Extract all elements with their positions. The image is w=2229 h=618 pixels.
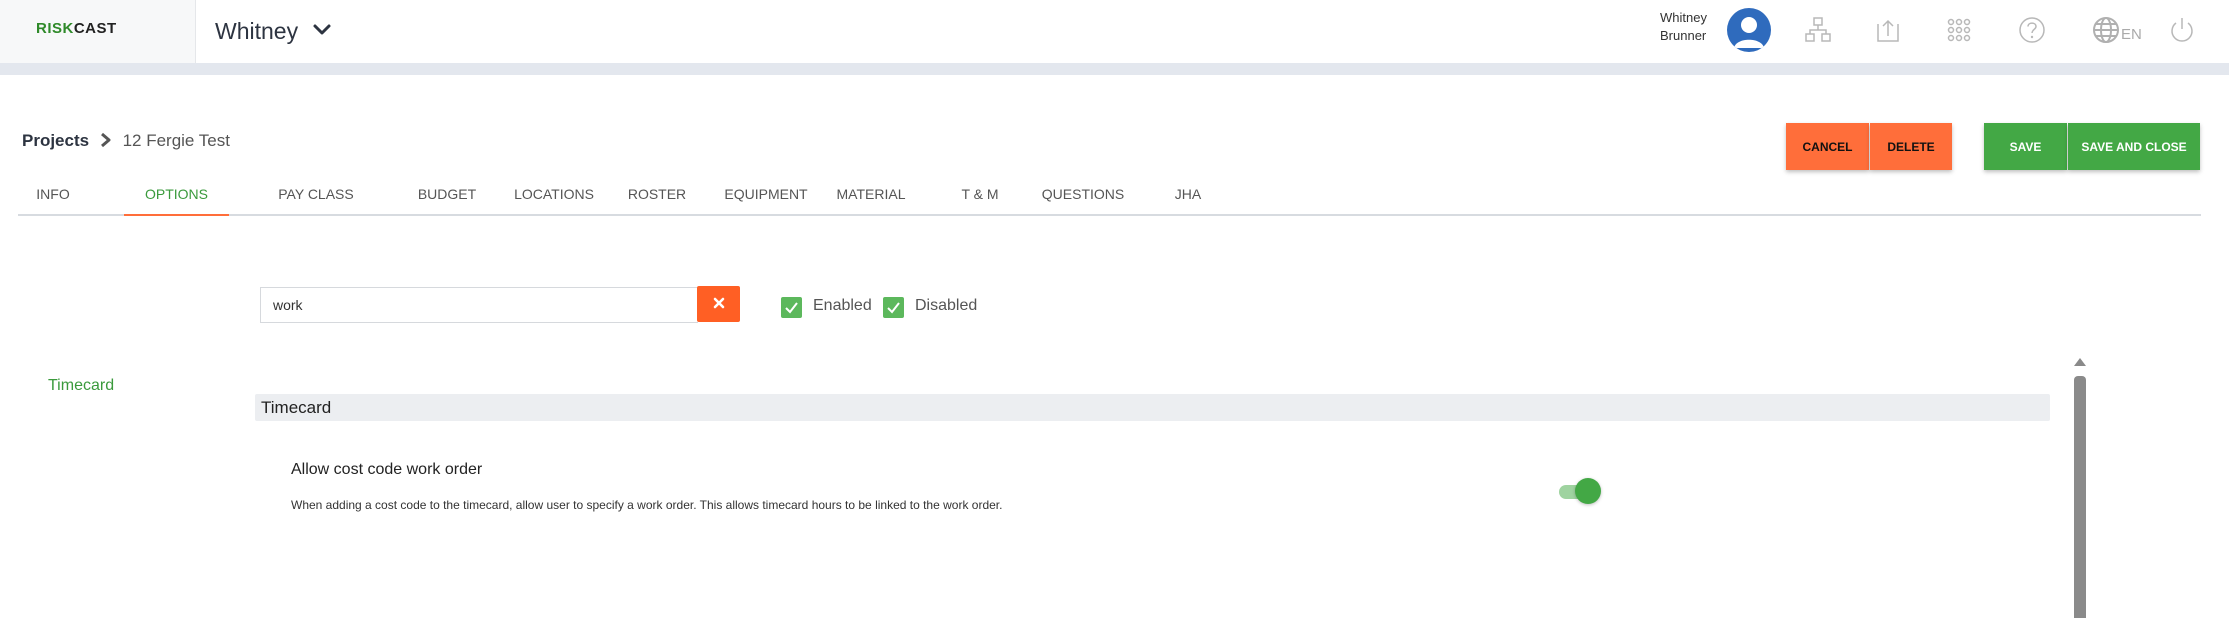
company-name[interactable]: Whitney bbox=[215, 18, 298, 45]
tab-locations[interactable]: LOCATIONS bbox=[511, 186, 597, 216]
delete-button[interactable]: DELETE bbox=[1870, 123, 1952, 170]
search-box bbox=[260, 287, 698, 323]
check-icon bbox=[887, 302, 900, 314]
disabled-label: Disabled bbox=[915, 297, 978, 314]
save-button[interactable]: SAVE bbox=[1984, 123, 2067, 170]
logo-text-risk: RISK bbox=[36, 20, 74, 37]
tab-roster[interactable]: ROSTER bbox=[626, 186, 688, 216]
tab-material[interactable]: MATERIAL bbox=[834, 186, 908, 216]
chevron-right-icon bbox=[100, 132, 111, 148]
help-icon[interactable] bbox=[2016, 14, 2048, 46]
tab-equipment[interactable]: EQUIPMENT bbox=[720, 186, 812, 216]
enabled-label: Enabled bbox=[813, 297, 872, 314]
top-bar: RISKCAST Whitney Whitney Brunner EN bbox=[0, 0, 2229, 63]
search-input[interactable] bbox=[261, 288, 698, 322]
user-avatar-icon[interactable] bbox=[1727, 8, 1771, 52]
tab-questions[interactable]: QUESTIONS bbox=[1039, 186, 1127, 216]
clear-search-button[interactable] bbox=[697, 286, 740, 322]
breadcrumb: Projects 12 Fergie Test bbox=[22, 131, 230, 151]
tab-info[interactable]: INFO bbox=[35, 186, 71, 216]
tab-jha[interactable]: JHA bbox=[1170, 186, 1206, 216]
section-title: Timecard bbox=[261, 398, 332, 417]
toggle-knob bbox=[1575, 478, 1601, 504]
user-name[interactable]: Whitney Brunner bbox=[1660, 9, 1730, 45]
chevron-down-icon[interactable] bbox=[312, 20, 332, 40]
tab-pay-class[interactable]: PAY CLASS bbox=[273, 186, 359, 216]
option-description: When adding a cost code to the timecard,… bbox=[291, 498, 1003, 512]
option-title: Allow cost code work order bbox=[291, 461, 483, 478]
logo[interactable]: RISKCAST bbox=[36, 20, 117, 37]
section-header: Timecard bbox=[255, 394, 2050, 421]
breadcrumb-root[interactable]: Projects bbox=[22, 131, 89, 150]
power-icon[interactable] bbox=[2166, 14, 2198, 46]
cancel-button[interactable]: CANCEL bbox=[1786, 123, 1869, 170]
enabled-checkbox[interactable] bbox=[781, 297, 802, 318]
header-divider bbox=[0, 63, 2229, 75]
check-icon bbox=[785, 302, 798, 314]
breadcrumb-current: 12 Fergie Test bbox=[122, 131, 230, 150]
apps-grid-icon[interactable] bbox=[1943, 14, 1975, 46]
tab-options[interactable]: OPTIONS bbox=[124, 186, 229, 216]
tab-t-and-m[interactable]: T & M bbox=[955, 186, 1005, 216]
disabled-checkbox[interactable] bbox=[883, 297, 904, 318]
logo-text-cast: CAST bbox=[73, 20, 117, 37]
tab-bar: INFO OPTIONS PAY CLASS BUDGET LOCATIONS … bbox=[18, 180, 2201, 216]
logo-area: RISKCAST bbox=[0, 0, 196, 63]
option-toggle[interactable] bbox=[1557, 478, 1603, 504]
tab-budget[interactable]: BUDGET bbox=[416, 186, 478, 216]
close-icon bbox=[713, 297, 724, 308]
sidebar-item-timecard[interactable]: Timecard bbox=[48, 377, 114, 395]
hierarchy-icon[interactable] bbox=[1802, 14, 1834, 46]
scroll-up-icon[interactable] bbox=[2072, 355, 2088, 367]
language-label[interactable]: EN bbox=[2121, 26, 2142, 43]
upload-icon[interactable] bbox=[1872, 14, 1904, 46]
globe-icon[interactable] bbox=[2090, 14, 2122, 46]
user-last-name: Brunner bbox=[1660, 28, 1707, 43]
user-first-name: Whitney bbox=[1660, 10, 1707, 25]
save-and-close-button[interactable]: SAVE AND CLOSE bbox=[2068, 123, 2200, 170]
scrollbar-thumb[interactable] bbox=[2074, 376, 2086, 618]
